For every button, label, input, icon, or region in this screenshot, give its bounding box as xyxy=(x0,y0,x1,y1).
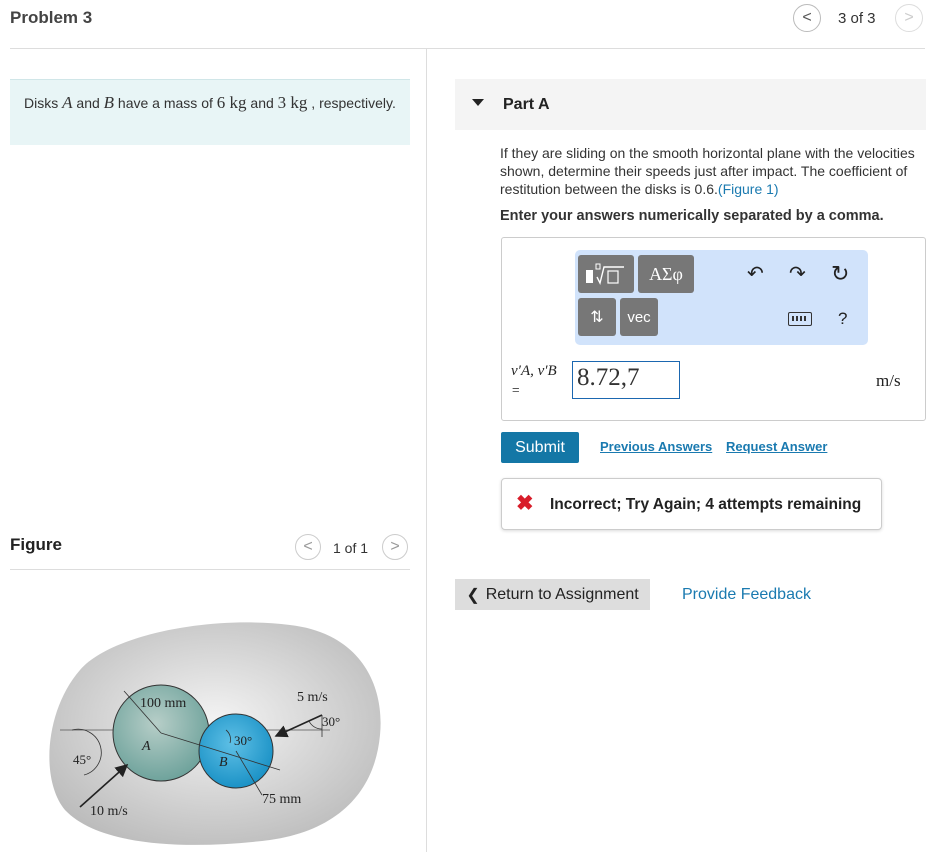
problem-title: Problem 3 xyxy=(10,8,93,27)
answer-unit: m/s xyxy=(876,371,901,390)
answer-instruction: Enter your answers numerically separated… xyxy=(500,208,884,224)
header-divider xyxy=(10,48,925,49)
submit-button[interactable]: Submit xyxy=(501,432,579,463)
next-figure-button[interactable]: > xyxy=(382,534,408,560)
greek-symbols-button[interactable]: ΑΣφ xyxy=(638,255,694,293)
part-title: Part A xyxy=(503,96,550,113)
feedback-message: Incorrect; Try Again; 4 attempts remaini… xyxy=(550,496,862,513)
help-button[interactable]: ? xyxy=(838,309,847,329)
statement-text: and xyxy=(72,95,104,111)
statement-text: Disks xyxy=(24,95,63,111)
disk-b-symbol: B xyxy=(103,93,115,112)
statement-text: and xyxy=(246,95,278,111)
template-icon xyxy=(586,263,624,286)
chevron-right-icon: > xyxy=(904,9,914,26)
answer-variable-label: v′A, v′B xyxy=(511,363,557,379)
provide-feedback-link[interactable]: Provide Feedback xyxy=(682,586,811,604)
mass-a-value: 6 xyxy=(216,93,226,112)
figure-heading: Figure xyxy=(10,535,62,554)
statement-text: have a mass of xyxy=(114,95,217,111)
question-body: If they are sliding on the smooth horizo… xyxy=(500,145,915,197)
disk-a-symbol: A xyxy=(62,93,73,112)
chevron-left-icon: ❮ xyxy=(466,586,480,604)
chevron-left-icon: < xyxy=(802,9,812,26)
figure-count: 1 of 1 xyxy=(333,540,369,556)
speed-a-label: 10 m/s xyxy=(90,804,128,819)
column-divider xyxy=(426,49,427,852)
templates-button[interactable] xyxy=(578,255,634,293)
contact-angle-label: 30° xyxy=(234,733,252,748)
disk-collision-figure: 100 mm 5 m/s 30° 30° 45° A B 75 mm 10 m/… xyxy=(49,622,381,845)
problem-statement: Disks A and B have a mass of 6 kg and 3 … xyxy=(10,79,410,145)
request-answer-link[interactable]: Request Answer xyxy=(726,439,827,454)
angle-a-label: 45° xyxy=(73,752,91,767)
redo-icon[interactable]: ↷ xyxy=(789,264,806,284)
radius-b-label: 75 mm xyxy=(262,792,301,807)
subscript-superscript-button[interactable]: ⇅ xyxy=(578,298,616,336)
vector-button[interactable]: vec xyxy=(620,298,658,336)
angle-b-label: 30° xyxy=(322,714,340,729)
question-text: If they are sliding on the smooth horizo… xyxy=(500,144,915,198)
previous-problem-button[interactable]: < xyxy=(793,4,821,32)
speed-b-label: 5 m/s xyxy=(297,690,328,705)
return-label: Return to Assignment xyxy=(485,585,639,603)
statement-text: , respectively. xyxy=(307,95,396,111)
mass-unit: kg xyxy=(225,93,247,112)
incorrect-x-icon: ✖ xyxy=(516,492,534,515)
answer-equals: = xyxy=(512,382,520,397)
disk-a-label: A xyxy=(141,739,151,754)
answer-input[interactable]: 8.72,7 xyxy=(572,361,680,399)
caret-down-icon[interactable] xyxy=(472,99,484,106)
keyboard-icon[interactable] xyxy=(788,312,812,326)
previous-answers-link[interactable]: Previous Answers xyxy=(600,439,712,454)
chevron-left-icon: < xyxy=(303,538,313,555)
return-to-assignment-button[interactable]: ❮ Return to Assignment xyxy=(455,579,650,610)
problem-count: 3 of 3 xyxy=(838,10,876,27)
next-problem-button[interactable]: > xyxy=(895,4,923,32)
undo-icon[interactable]: ↶ xyxy=(747,264,764,284)
reset-icon[interactable]: ↻ xyxy=(831,263,849,285)
radius-a-label: 100 mm xyxy=(140,696,186,711)
chevron-right-icon: > xyxy=(390,538,400,555)
figure-divider xyxy=(10,569,410,570)
mass-b-value: 3 xyxy=(277,93,287,112)
previous-figure-button[interactable]: < xyxy=(295,534,321,560)
disk-b-label: B xyxy=(219,755,228,770)
figure-link[interactable]: (Figure 1) xyxy=(718,181,779,197)
mass-unit: kg xyxy=(286,93,308,112)
